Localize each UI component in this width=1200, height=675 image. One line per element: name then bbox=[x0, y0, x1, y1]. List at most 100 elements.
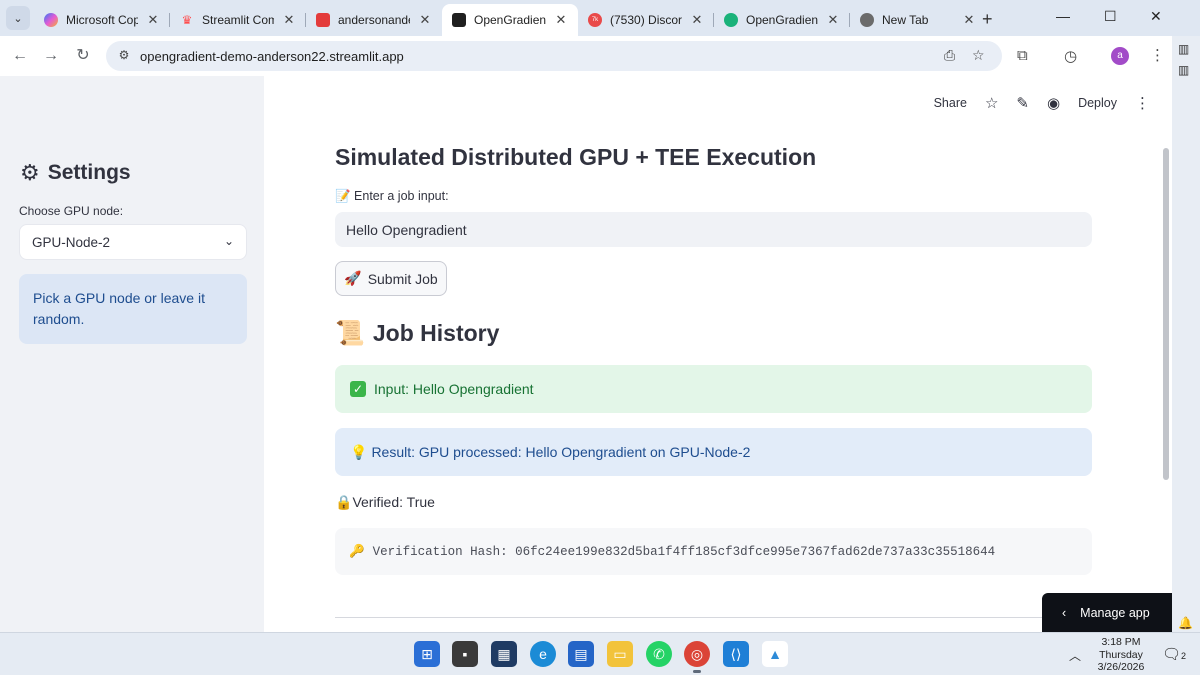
edit-pencil-icon[interactable]: ✎ bbox=[1016, 94, 1029, 112]
page-title: Simulated Distributed GPU + TEE Executio… bbox=[335, 144, 817, 170]
profile-avatar[interactable]: a bbox=[1111, 47, 1129, 65]
opengradient-icon bbox=[452, 13, 466, 27]
tab-opengradient-active[interactable]: OpenGradient Demo ✕ bbox=[442, 4, 578, 36]
windows-taskbar: ⊞ ▪ ▦ e ▤ ▭ ✆ ◎ ⟨⟩ ▲ ︿ 3:18 PM Thursday … bbox=[0, 632, 1200, 675]
history-icon[interactable]: ◷ bbox=[1064, 47, 1077, 65]
sidebar: ⚙ Settings Choose GPU node: GPU-Node-2 ⌄… bbox=[0, 76, 264, 632]
tab-new-tab[interactable]: New Tab ✕ bbox=[850, 4, 986, 36]
page-scrollbar[interactable] bbox=[1163, 148, 1169, 480]
tab-title: Streamlit Community bbox=[202, 13, 274, 27]
check-mark-icon: ✓ bbox=[350, 381, 366, 397]
widgets-icon[interactable]: ▦ bbox=[491, 641, 517, 667]
forward-icon[interactable]: → bbox=[40, 45, 62, 67]
discord-icon: 7k bbox=[588, 13, 602, 27]
new-tab-button[interactable]: + bbox=[982, 9, 993, 30]
bookmark-star-icon[interactable]: ☆ bbox=[972, 47, 985, 64]
rocket-icon: 🚀 bbox=[344, 270, 362, 286]
scroll-icon: 📜 bbox=[335, 320, 365, 347]
verified-text: Verified: True bbox=[352, 494, 435, 510]
lightbulb-icon: 💡 bbox=[350, 443, 368, 460]
tab-title: OpenGradient Demo bbox=[474, 13, 546, 27]
mail-icon bbox=[316, 13, 330, 27]
notification-count: 2 bbox=[1181, 651, 1187, 661]
copilot-icon bbox=[44, 13, 58, 27]
file-explorer-icon[interactable]: ▭ bbox=[607, 641, 633, 667]
url-text[interactable]: opengradient-demo-anderson22.streamlit.a… bbox=[140, 49, 404, 64]
clock-date: 3/26/2026 bbox=[1097, 661, 1145, 673]
maximize-icon[interactable]: ☐ bbox=[1104, 8, 1117, 25]
job-history-heading: 📜 Job History bbox=[335, 319, 499, 348]
chrome-taskbar-icon[interactable]: ◎ bbox=[684, 641, 710, 673]
gear-icon: ⚙ bbox=[20, 160, 40, 185]
app-toolbar: Share ☆ ✎ ◉ Deploy ⋮ bbox=[934, 94, 1150, 112]
share-button[interactable]: Share bbox=[934, 96, 967, 110]
close-icon[interactable]: ✕ bbox=[418, 12, 432, 28]
lock-icon: 🔒 bbox=[335, 494, 353, 510]
task-view-icon[interactable]: ▪ bbox=[452, 641, 478, 667]
verification-hash-text: Verification Hash: 06fc24ee199e832d5ba1f… bbox=[372, 544, 996, 559]
streamlit-crown-icon: ♛ bbox=[181, 13, 193, 27]
address-bar[interactable]: ⚙ opengradient-demo-anderson22.streamlit… bbox=[106, 41, 1002, 71]
side-panel-icon[interactable]: ▥ bbox=[1178, 63, 1189, 77]
close-icon[interactable]: ✕ bbox=[554, 12, 568, 28]
store-icon[interactable]: ▤ bbox=[568, 641, 594, 667]
tab-streamlit[interactable]: ♛ Streamlit Community ✕ bbox=[170, 4, 306, 36]
gpu-node-selected-value: GPU-Node-2 bbox=[32, 235, 111, 250]
chevron-up-icon[interactable]: ︿ bbox=[1069, 647, 1081, 664]
tab-list: Microsoft Copilot ✕ ♛ Streamlit Communit… bbox=[34, 4, 986, 36]
side-panel-strip: ▥ ▥ 🔔 bbox=[1172, 36, 1200, 632]
whatsapp-icon[interactable]: ✆ bbox=[646, 641, 672, 667]
back-icon[interactable]: ← bbox=[9, 45, 31, 67]
install-app-icon[interactable]: ⎙ bbox=[944, 47, 955, 64]
tab-title: New Tab bbox=[882, 13, 929, 27]
tab-search-icon[interactable]: ⌄ bbox=[6, 6, 30, 30]
tab-mail[interactable]: andersonanderson ✕ bbox=[306, 4, 442, 36]
browser-menu-icon[interactable]: ⋮ bbox=[1150, 46, 1165, 64]
minimize-icon[interactable]: — bbox=[1056, 8, 1070, 24]
bell-icon[interactable]: 🔔 bbox=[1178, 616, 1193, 630]
extensions-icon[interactable]: ⧉ bbox=[1017, 47, 1028, 64]
tab-copilot[interactable]: Microsoft Copilot ✕ bbox=[34, 4, 170, 36]
manage-app-button[interactable]: ‹ Manage app bbox=[1042, 593, 1172, 632]
windows-start-icon[interactable]: ⊞ bbox=[414, 641, 440, 667]
close-icon[interactable]: ✕ bbox=[962, 12, 976, 28]
result-info-alert: 💡 Result: GPU processed: Hello Opengradi… bbox=[335, 428, 1092, 476]
deploy-button[interactable]: Deploy bbox=[1078, 96, 1117, 110]
tab-title: (7530) Discord bbox=[610, 13, 682, 27]
system-clock[interactable]: 3:18 PM Thursday 3/26/2026 bbox=[1094, 636, 1148, 674]
github-icon[interactable]: ◉ bbox=[1047, 94, 1060, 112]
side-panel-icon[interactable]: ▥ bbox=[1178, 42, 1189, 56]
notification-icon[interactable]: 🗨2 bbox=[1162, 645, 1186, 663]
vscode-icon[interactable]: ⟨⟩ bbox=[723, 641, 749, 667]
close-icon[interactable]: ✕ bbox=[826, 12, 840, 28]
tab-discord[interactable]: 7k (7530) Discord ✕ bbox=[578, 4, 714, 36]
tab-opengradient-docs[interactable]: OpenGradient Docs ✕ bbox=[714, 4, 850, 36]
star-icon[interactable]: ☆ bbox=[985, 94, 998, 112]
site-info-icon[interactable]: ⚙ bbox=[116, 48, 132, 64]
close-icon[interactable]: ✕ bbox=[282, 12, 296, 28]
app-menu-icon[interactable]: ⋮ bbox=[1135, 94, 1150, 112]
job-input-label: 📝 Enter a job input: bbox=[335, 189, 449, 203]
divider bbox=[335, 617, 1092, 618]
photos-icon[interactable]: ▲ bbox=[762, 641, 788, 667]
verification-hash-code: 🔑 Verification Hash: 06fc24ee199e832d5ba… bbox=[335, 528, 1092, 575]
opengradient-green-icon bbox=[724, 13, 738, 27]
manage-app-label: Manage app bbox=[1080, 605, 1150, 620]
gpu-node-select[interactable]: GPU-Node-2 ⌄ bbox=[19, 224, 247, 260]
verified-status: 🔒Verified: True bbox=[335, 494, 435, 511]
close-icon[interactable]: ✕ bbox=[146, 12, 160, 28]
edge-icon[interactable]: e bbox=[530, 641, 556, 667]
job-history-title: Job History bbox=[372, 320, 500, 346]
success-alert-text: Input: Hello Opengradient bbox=[374, 381, 534, 397]
window-close-icon[interactable]: ✕ bbox=[1150, 8, 1162, 25]
browser-window: ⌄ Microsoft Copilot ✕ ♛ Streamlit Commun… bbox=[0, 0, 1200, 675]
close-icon[interactable]: ✕ bbox=[690, 12, 704, 28]
submit-job-label: Submit Job bbox=[367, 270, 438, 287]
streamlit-page: ⚙ Settings Choose GPU node: GPU-Node-2 ⌄… bbox=[0, 76, 1172, 632]
clock-day: Thursday bbox=[1099, 648, 1143, 661]
reload-icon[interactable]: ↻ bbox=[72, 45, 94, 67]
tab-strip: ⌄ Microsoft Copilot ✕ ♛ Streamlit Commun… bbox=[0, 0, 1200, 36]
job-input-field[interactable] bbox=[335, 212, 1092, 247]
chevron-left-icon: ‹ bbox=[1062, 605, 1067, 620]
submit-job-button[interactable]: 🚀 Submit Job bbox=[335, 261, 447, 296]
